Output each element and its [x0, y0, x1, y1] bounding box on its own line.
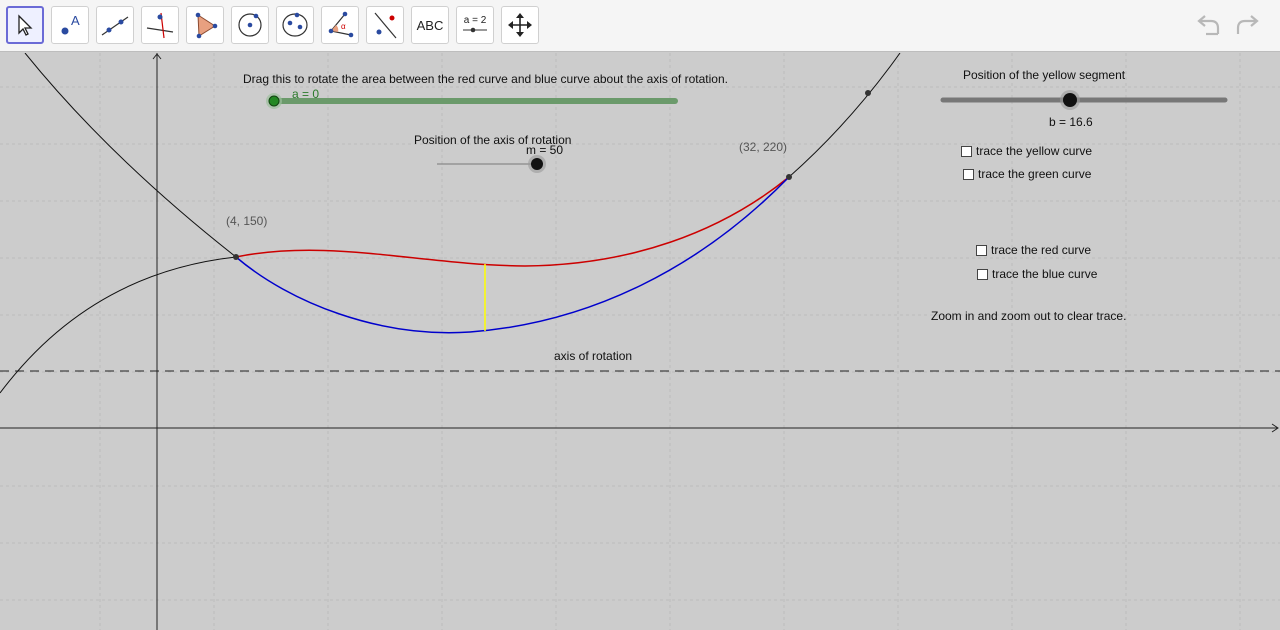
yellow-slider-knob[interactable]: [1063, 93, 1077, 107]
svg-text:α: α: [341, 22, 346, 31]
rotate-slider-caption: Drag this to rotate the area between the…: [243, 72, 728, 86]
graphics-view[interactable]: Drag this to rotate the area between the…: [0, 53, 1280, 630]
trace-green-checkbox[interactable]: trace the green curve: [963, 167, 1091, 181]
line-icon: [101, 16, 129, 36]
reflect-icon: [374, 12, 397, 39]
axis-of-rotation-label: axis of rotation: [554, 349, 633, 363]
axis-slider-knob[interactable]: [531, 158, 543, 170]
trace-green-label: trace the green curve: [978, 167, 1092, 181]
point-icon: A: [61, 13, 80, 35]
toolbar: A α ABC a = 2: [0, 0, 1280, 52]
perpendicular-line-icon: [146, 12, 174, 39]
checkbox-box[interactable]: [961, 145, 972, 157]
graph-svg: [0, 53, 1280, 630]
rotate-slider-knob[interactable]: [268, 95, 280, 107]
circle-center-tool-button[interactable]: [231, 6, 269, 44]
move-tool-button[interactable]: [6, 6, 44, 44]
zoom-note: Zoom in and zoom out to clear trace.: [931, 309, 1127, 323]
point-tool-button[interactable]: A: [51, 6, 89, 44]
polygon-tool-button[interactable]: [186, 6, 224, 44]
move-arrows-icon: [508, 13, 532, 37]
yellow-slider-value: b = 16.6: [1049, 115, 1093, 129]
checkbox-box[interactable]: [976, 244, 987, 256]
blue-curve: [235, 176, 790, 334]
trace-red-checkbox[interactable]: trace the red curve: [976, 243, 1091, 257]
angle-tool-button[interactable]: α: [321, 6, 359, 44]
slider-tool-label: a = 2: [463, 15, 487, 26]
trace-yellow-label: trace the yellow curve: [976, 144, 1093, 158]
point-upper-right[interactable]: [865, 90, 871, 96]
grid: [0, 53, 1280, 630]
text-tool-button[interactable]: ABC: [411, 6, 449, 44]
ellipse-icon: [282, 12, 308, 37]
rotate-slider[interactable]: [262, 91, 682, 111]
polygon-icon: [195, 12, 218, 39]
trace-yellow-checkbox[interactable]: trace the yellow curve: [961, 144, 1092, 158]
axis-slider[interactable]: [430, 153, 555, 175]
text-tool-label: ABC: [416, 17, 444, 33]
yellow-slider-caption: Position of the yellow segment: [963, 68, 1126, 82]
slider-icon: [463, 27, 487, 33]
point-left[interactable]: [233, 254, 239, 260]
svg-text:A: A: [71, 13, 80, 28]
angle-icon: α: [328, 11, 354, 38]
black-curve-right: [788, 53, 901, 178]
point-right[interactable]: [786, 174, 792, 180]
yellow-slider[interactable]: [936, 88, 1236, 112]
trace-blue-label: trace the blue curve: [992, 267, 1098, 281]
reflect-tool-button[interactable]: [366, 6, 404, 44]
cursor-arrow-icon: [18, 14, 33, 36]
undo-icon[interactable]: [1194, 12, 1224, 40]
move-graphics-view-tool-button[interactable]: [501, 6, 539, 44]
trace-blue-checkbox[interactable]: trace the blue curve: [977, 267, 1097, 281]
trace-red-label: trace the red curve: [991, 243, 1092, 257]
slider-tool-graphic: a = 2: [462, 16, 488, 34]
point-left-label: (4, 150): [226, 214, 268, 228]
circle-icon: [238, 13, 262, 37]
slider-tool-button[interactable]: a = 2: [456, 6, 494, 44]
conic-tool-button[interactable]: [276, 6, 314, 44]
perpendicular-line-tool-button[interactable]: [141, 6, 179, 44]
point-right-label: (32, 220): [739, 140, 788, 154]
black-curve-left-upper: [24, 53, 237, 258]
black-curve-left-lower: [0, 256, 237, 394]
checkbox-box[interactable]: [963, 168, 974, 180]
checkbox-box[interactable]: [977, 268, 988, 280]
redo-icon[interactable]: [1232, 12, 1262, 40]
red-curve: [235, 176, 790, 267]
line-tool-button[interactable]: [96, 6, 134, 44]
